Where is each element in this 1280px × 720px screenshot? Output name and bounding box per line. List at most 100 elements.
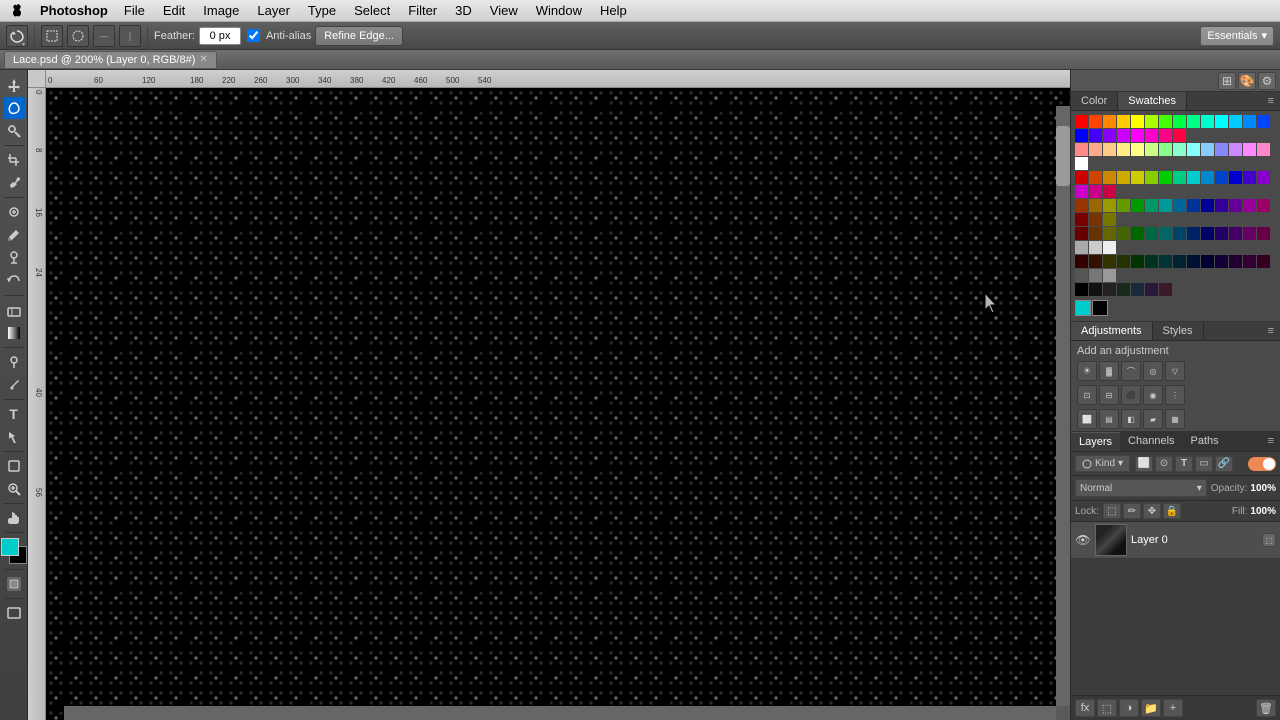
doc-tab-lace[interactable]: Lace.psd @ 200% (Layer 0, RGB/8#) ✕ <box>4 51 217 69</box>
panel-icon-1[interactable]: ⊞ <box>1218 72 1236 90</box>
menu-window[interactable]: Window <box>528 1 590 20</box>
menu-help[interactable]: Help <box>592 1 635 20</box>
swatch[interactable] <box>1229 255 1242 268</box>
swatch[interactable] <box>1215 115 1228 128</box>
swatch[interactable] <box>1089 269 1102 282</box>
quick-mask-tool[interactable] <box>3 573 25 595</box>
adj-panel-menu[interactable]: ≡ <box>1262 322 1280 340</box>
swatch[interactable] <box>1089 213 1102 226</box>
swatch[interactable] <box>1103 255 1116 268</box>
marquee-circle-btn[interactable] <box>67 25 89 47</box>
swatch[interactable] <box>1215 199 1228 212</box>
shape-tool[interactable] <box>3 455 25 477</box>
panel-icon-2[interactable]: 🎨 <box>1238 72 1256 90</box>
apple-menu[interactable] <box>8 2 26 20</box>
eraser-tool[interactable] <box>3 299 25 321</box>
swatch[interactable] <box>1145 199 1158 212</box>
swatch[interactable] <box>1173 171 1186 184</box>
swatch[interactable] <box>1215 255 1228 268</box>
brush-tool[interactable] <box>3 224 25 246</box>
hand-tool[interactable] <box>3 507 25 529</box>
magic-wand-tool[interactable] <box>3 120 25 142</box>
swatch[interactable] <box>1229 115 1242 128</box>
swatch[interactable] <box>1243 227 1256 240</box>
swatch[interactable] <box>1075 115 1088 128</box>
swatch[interactable] <box>1257 227 1270 240</box>
pen-tool[interactable] <box>3 374 25 396</box>
colorbalance-adj[interactable]: ⊟ <box>1099 385 1119 405</box>
swatch[interactable] <box>1089 199 1102 212</box>
swatch[interactable] <box>1201 171 1214 184</box>
swatch[interactable] <box>1089 129 1102 142</box>
swatch[interactable] <box>1075 283 1088 296</box>
tab-paths[interactable]: Paths <box>1183 432 1227 451</box>
lock-position-icon[interactable]: ✥ <box>1143 503 1161 519</box>
layer-delete-icon[interactable]: 🗑 <box>1256 699 1276 717</box>
move-tool[interactable] <box>3 74 25 96</box>
layer-new-icon[interactable]: + <box>1163 699 1183 717</box>
canvas[interactable] <box>46 88 1070 720</box>
doc-tab-close[interactable]: ✕ <box>199 54 207 65</box>
zoom-tool[interactable] <box>3 478 25 500</box>
swatch[interactable] <box>1117 227 1130 240</box>
threshold-adj[interactable]: ◧ <box>1121 409 1141 429</box>
swatch[interactable] <box>1131 283 1144 296</box>
swatch[interactable] <box>1201 227 1214 240</box>
swatch[interactable] <box>1117 115 1130 128</box>
swatch[interactable] <box>1103 283 1116 296</box>
layer-visibility-toggle[interactable]: 👁 <box>1075 532 1091 548</box>
swatch[interactable] <box>1131 227 1144 240</box>
layers-panel-menu[interactable]: ≡ <box>1262 432 1280 451</box>
layer-group-icon[interactable]: 📁 <box>1141 699 1161 717</box>
lock-transparent-icon[interactable]: ⬚ <box>1103 503 1121 519</box>
swatch[interactable] <box>1243 199 1256 212</box>
swatch[interactable] <box>1187 171 1200 184</box>
swatch[interactable] <box>1075 129 1088 142</box>
vertical-scrollbar[interactable] <box>1056 106 1070 706</box>
swatch[interactable] <box>1187 255 1200 268</box>
swatch[interactable] <box>1117 171 1130 184</box>
swatch[interactable] <box>1075 157 1088 170</box>
swatch[interactable] <box>1257 199 1270 212</box>
single-row-btn[interactable]: — <box>93 25 115 47</box>
swatch[interactable] <box>1173 227 1186 240</box>
menu-select[interactable]: Select <box>346 1 398 20</box>
swatch[interactable] <box>1131 199 1144 212</box>
swatch[interactable] <box>1117 129 1130 142</box>
swatch[interactable] <box>1131 143 1144 156</box>
menu-3d[interactable]: 3D <box>447 1 480 20</box>
swatch[interactable] <box>1103 269 1116 282</box>
swatch[interactable] <box>1075 213 1088 226</box>
filter-smart-icon[interactable]: 🔗 <box>1215 456 1233 472</box>
selectivecolor-adj[interactable]: ▦ <box>1165 409 1185 429</box>
curves-adj[interactable]: ⌒ <box>1121 361 1141 381</box>
swatch[interactable] <box>1103 143 1116 156</box>
swatch[interactable] <box>1173 129 1186 142</box>
swatch[interactable] <box>1159 115 1172 128</box>
text-tool[interactable]: T <box>3 403 25 425</box>
blend-mode-dropdown[interactable]: Normal ▾ <box>1075 479 1207 497</box>
swatch[interactable] <box>1257 143 1270 156</box>
screen-mode-tool[interactable] <box>3 602 25 624</box>
menu-image[interactable]: Image <box>195 1 247 20</box>
swatch[interactable] <box>1173 255 1186 268</box>
layer-options-icon[interactable]: ⬚ <box>1262 533 1276 547</box>
filter-pixel-icon[interactable]: ⬜ <box>1135 456 1153 472</box>
path-select-tool[interactable] <box>3 426 25 448</box>
swatch[interactable] <box>1173 199 1186 212</box>
tab-layers[interactable]: Layers <box>1071 432 1120 451</box>
swatch[interactable] <box>1075 269 1088 282</box>
swatch[interactable] <box>1229 171 1242 184</box>
history-brush-tool[interactable] <box>3 270 25 292</box>
vibrance-adj[interactable]: ▽ <box>1165 361 1185 381</box>
swatch[interactable] <box>1103 227 1116 240</box>
menu-type[interactable]: Type <box>300 1 344 20</box>
swatch[interactable] <box>1075 241 1088 254</box>
lock-all-icon[interactable]: 🔒 <box>1163 503 1181 519</box>
swatch[interactable] <box>1103 129 1116 142</box>
swatch[interactable] <box>1089 143 1102 156</box>
swatch[interactable] <box>1215 227 1228 240</box>
swatch[interactable] <box>1103 241 1116 254</box>
swatch[interactable] <box>1131 171 1144 184</box>
filter-type-icon[interactable]: T <box>1175 456 1193 472</box>
